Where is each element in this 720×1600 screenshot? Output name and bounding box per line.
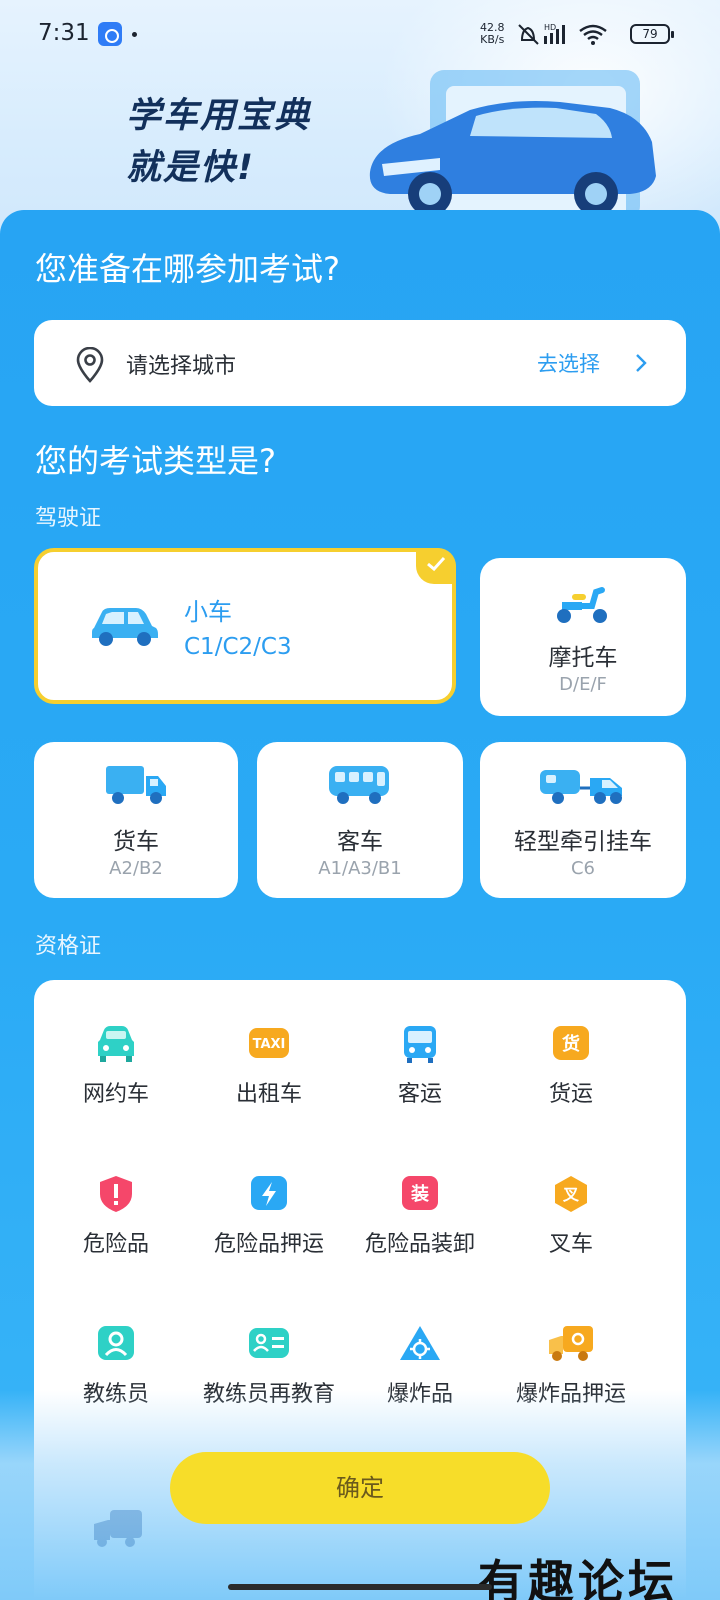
chevron-right-icon (636, 354, 647, 372)
license-name: 货车 (113, 829, 159, 855)
loading-icon-text: 装 (411, 1183, 429, 1205)
license-name: 小车 (184, 598, 232, 626)
license-section-title: 驾驶证 (35, 506, 102, 531)
explosive-truck-icon (549, 1326, 593, 1361)
app-notification-icon (98, 22, 122, 46)
network-speed: 42.8 KB/s (480, 22, 505, 46)
hd-signal-icon: HD (544, 23, 565, 44)
qualification-hazardous-escort[interactable]: 危险品押运 (189, 1174, 349, 1260)
qualification-label: 出租车 (235, 1082, 302, 1107)
passenger-bus-icon (404, 1026, 436, 1063)
license-code: C6 (570, 858, 596, 879)
location-pin-icon (76, 347, 104, 383)
confirm-button[interactable]: 确定 (170, 1452, 550, 1524)
license-name: 摩托车 (548, 645, 618, 671)
home-indicator[interactable] (228, 1584, 492, 1590)
scooter-icon (557, 587, 607, 623)
qualification-label: 叉车 (548, 1232, 593, 1257)
svg-text:HD: HD (544, 23, 556, 32)
qualification-forklift[interactable]: 叉 叉车 (491, 1174, 651, 1260)
qualification-label: 网约车 (82, 1082, 149, 1107)
status-time: 7:31 (38, 20, 90, 46)
city-placeholder: 请选择城市 (126, 354, 237, 379)
mute-icon (518, 24, 539, 45)
forklift-icon-text: 叉 (562, 1185, 580, 1204)
app-screen: 学车用宝典 就是快! 7:31 42.8 KB/s HD 79 您准备在哪参加考… (0, 0, 720, 1600)
ride-hailing-car-icon (98, 1026, 134, 1062)
notification-dot (132, 32, 137, 37)
hero-car-illustration (369, 70, 656, 220)
coach-icon (98, 1326, 134, 1360)
explosive-truck-icon (94, 1510, 142, 1547)
license-code: C1/C2/C3 (184, 634, 292, 660)
city-question: 您准备在哪参加考试? (35, 250, 340, 288)
qualification-taxi[interactable]: TAXI 出租车 (189, 1024, 349, 1110)
license-code: A1/A3/B1 (318, 858, 402, 879)
coach-card-icon (249, 1328, 289, 1358)
qualification-hazardous[interactable]: 危险品 (36, 1174, 196, 1260)
qualification-label: 危险品装卸 (364, 1232, 475, 1257)
network-speed-unit: KB/s (480, 33, 505, 46)
license-card-bus[interactable]: 客车 A1/A3/B1 (257, 742, 463, 898)
taxi-icon-text: TAXI (253, 1037, 286, 1052)
license-code: A2/B2 (109, 858, 163, 879)
loading-icon: 装 (402, 1176, 438, 1210)
bus-icon (329, 766, 389, 804)
hazard-shield-icon (100, 1176, 132, 1212)
exam-type-question: 您的考试类型是? (35, 442, 276, 480)
hero-slogan: 学车用宝典 就是快! (126, 90, 311, 194)
city-selector[interactable]: 请选择城市 去选择 (34, 320, 686, 406)
qualification-label: 货运 (548, 1082, 593, 1107)
trailer-icon (540, 770, 622, 804)
license-card-truck[interactable]: 货车 A2/B2 (34, 742, 238, 898)
check-icon (427, 556, 446, 572)
qualification-label: 危险品 (82, 1232, 149, 1257)
wifi-icon (579, 24, 607, 45)
forum-watermark: 有趣论坛 (478, 1555, 678, 1600)
explosive-icon (400, 1326, 440, 1360)
qualification-passenger[interactable]: 客运 (340, 1024, 500, 1110)
freight-icon: 货 (553, 1026, 589, 1060)
status-icons: HD (518, 23, 607, 45)
license-card-motorcycle[interactable]: 摩托车 D/E/F (480, 558, 686, 716)
license-name: 客车 (337, 829, 383, 855)
license-code: D/E/F (559, 674, 607, 695)
lightning-icon (251, 1176, 287, 1210)
qualification-label: 危险品押运 (213, 1232, 324, 1257)
forklift-icon: 叉 (555, 1176, 587, 1212)
qualification-ride-hailing[interactable]: 网约车 (36, 1024, 196, 1110)
hero-slogan-line2: 就是快! (126, 148, 255, 188)
qualification-freight[interactable]: 货 货运 (491, 1024, 651, 1110)
taxi-icon: TAXI (249, 1028, 289, 1058)
selected-check-badge (416, 548, 456, 584)
status-bar: 7:31 42.8 KB/s HD 79 (0, 0, 720, 70)
truck-icon (106, 766, 166, 804)
qualification-section-title: 资格证 (35, 934, 102, 959)
license-card-car[interactable]: 小车 C1/C2/C3 (34, 548, 456, 704)
freight-icon-text: 货 (562, 1033, 580, 1055)
license-name: 轻型牵引挂车 (514, 829, 652, 855)
car-icon (92, 608, 158, 646)
battery-icon: 79 (630, 24, 674, 44)
qualification-label: 客运 (397, 1082, 442, 1107)
hero-slogan-line1: 学车用宝典 (126, 96, 312, 136)
license-card-trailer[interactable]: 轻型牵引挂车 C6 (480, 742, 686, 898)
qualification-hazardous-loading[interactable]: 装 危险品装卸 (340, 1174, 500, 1260)
choose-city-link[interactable]: 去选择 (537, 348, 600, 378)
